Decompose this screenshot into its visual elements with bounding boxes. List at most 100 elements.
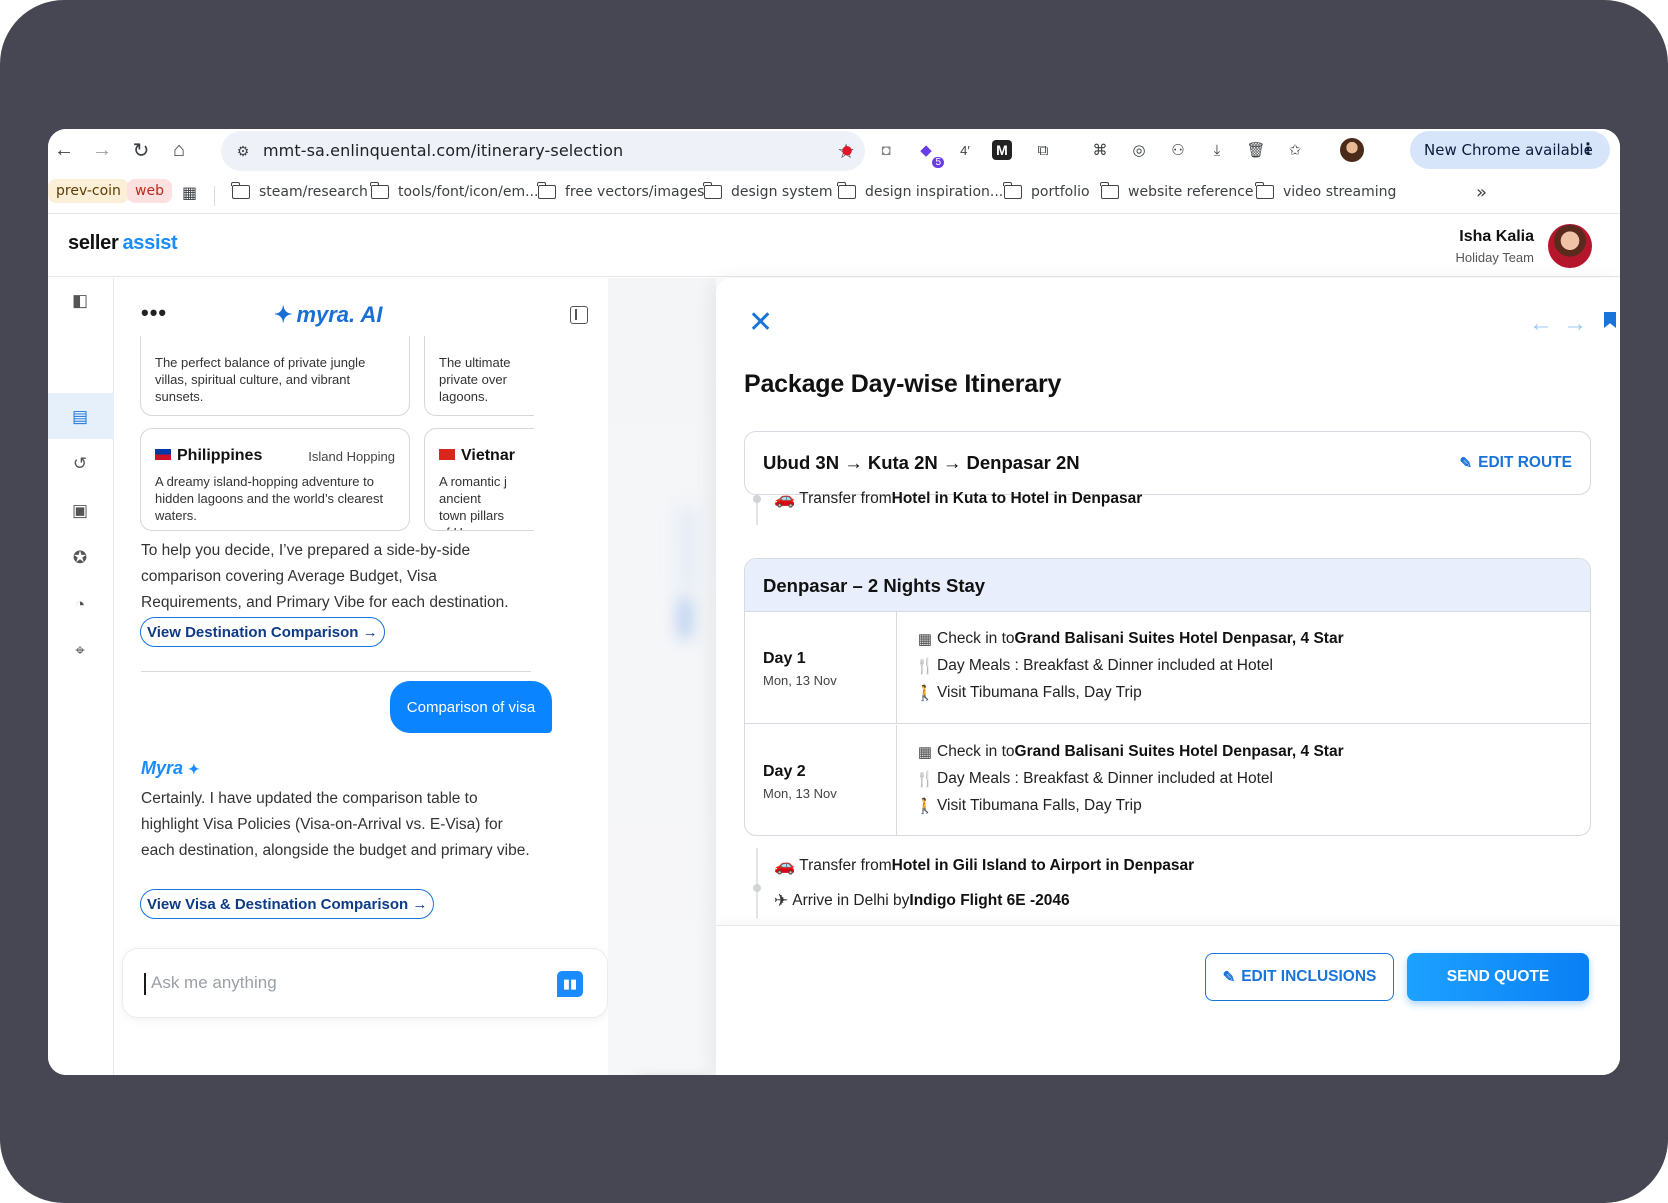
folder-icon <box>1100 182 1119 199</box>
rail-chat-icon[interactable]: ▤ <box>67 404 93 430</box>
star-list-icon[interactable]: ✩ <box>1283 138 1307 162</box>
destination-card-bali[interactable]: The perfect balance of private jungle vi… <box>140 336 410 416</box>
camera-icon[interactable]: ◘ <box>874 138 898 162</box>
day-column: Day 1 Mon, 13 Nov <box>745 612 897 723</box>
send-quote-button[interactable]: SEND QUOTE <box>1407 953 1589 1001</box>
arrival-row: ✈ Arrive in Delhi by Indigo Flight 6E -20… <box>774 891 1070 911</box>
arrival-prefix: Arrive in Delhi by <box>792 892 910 909</box>
bookmark-icon[interactable] <box>1604 312 1616 328</box>
folder-icon <box>1255 182 1274 199</box>
incognito-icon[interactable]: ⚇ <box>1166 138 1190 162</box>
new-chrome-label: New Chrome available <box>1424 141 1593 159</box>
day-label: Day 2 <box>763 763 806 780</box>
rail-calendar-icon[interactable]: ▣ <box>67 498 93 524</box>
bookmark-folder-free-vectors[interactable]: free vectors/images <box>537 180 704 204</box>
site-settings-icon[interactable]: ⚙ <box>233 141 253 161</box>
close-icon[interactable]: ✕ <box>748 308 773 338</box>
home-icon[interactable]: ⌂ <box>165 136 193 164</box>
meal-icon: 🍴 <box>915 658 935 675</box>
edit-route-button[interactable]: ✎ EDIT ROUTE <box>1460 454 1572 472</box>
user-avatar[interactable] <box>1548 224 1592 268</box>
lens-icon[interactable]: ◎ <box>1127 138 1151 162</box>
chat-input-placeholder[interactable]: Ask me anything <box>151 973 277 993</box>
download-icon[interactable]: ⤓ <box>1205 138 1229 162</box>
day-label: Day 1 <box>763 650 806 667</box>
sparkle-icon: ✦ <box>188 761 200 777</box>
chat-divider <box>141 671 531 672</box>
car-icon: 🚗 <box>774 856 796 875</box>
rail-location-icon[interactable]: ⌖ <box>67 638 93 664</box>
card-title-text: Vietnar <box>461 447 515 464</box>
timer-extension-icon[interactable]: 4′ <box>953 138 977 162</box>
bookmark-folder-video-streaming[interactable]: video streaming <box>1255 180 1396 204</box>
destination-card-philippines[interactable]: Philippines Island Hopping A dreamy isla… <box>140 428 410 531</box>
day-column: Day 2 Mon, 13 Nov <box>745 725 897 835</box>
next-arrow-icon[interactable]: → <box>1563 310 1587 338</box>
visit-activity: 🚶 Visit Tibumana Falls, Day Trip <box>915 684 1142 702</box>
more-vertical-icon[interactable]: ⋮ <box>1580 139 1596 158</box>
hotel-name: Grand Balisani Suites Hotel Denpasar, 4 … <box>1014 743 1344 760</box>
medium-icon[interactable]: M <box>992 140 1012 160</box>
rail-clock-icon[interactable]: ◔ <box>67 592 93 618</box>
edit-inclusions-button[interactable]: ✎ EDIT INCLUSIONS <box>1205 953 1394 1001</box>
hiking-icon: 🚶 <box>915 685 935 702</box>
bookmark-folder-steam-research[interactable]: steam/research <box>231 180 368 204</box>
pencil-icon: ✎ <box>1459 455 1473 472</box>
card-description: A romantic j ancient town pillars of Ha <box>439 474 507 530</box>
airplane-icon: ✈ <box>774 891 789 910</box>
browser-window: ← → ↻ ⌂ ⚙ mmt-sa.enlinquental.com/itiner… <box>48 129 1620 1075</box>
collapse-panel-icon[interactable] <box>570 306 588 324</box>
forward-icon[interactable]: → <box>88 136 116 164</box>
bookmark-folder-tools[interactable]: tools/font/icon/em... <box>370 180 539 204</box>
folder-icon <box>837 182 856 199</box>
rail-discount-icon[interactable]: ✪ <box>67 545 93 571</box>
bookmark-folder-website-reference[interactable]: website reference <box>1100 180 1254 204</box>
view-destination-comparison-link[interactable]: View Destination Comparison → <box>140 617 385 647</box>
back-icon[interactable]: ← <box>50 136 78 164</box>
day-row: Day 1 Mon, 13 Nov ▦ Check in to Grand Bal… <box>745 612 1590 724</box>
destination-card-vietnam[interactable]: Vietnar A romantic j ancient town pillar… <box>424 428 534 531</box>
day-row: Day 2 Mon, 13 Nov ▦ Check in to Grand Bal… <box>745 725 1590 835</box>
transfer-row: 🚗 Transfer from Hotel in Gili Island to A… <box>774 856 1194 876</box>
bookmark-chip-web[interactable]: web <box>127 179 172 203</box>
bookmark-divider <box>214 186 215 206</box>
user-message-bubble: Comparison of visa <box>390 681 552 733</box>
bookmarks-overflow-icon[interactable]: » <box>1476 180 1487 204</box>
more-menu-icon[interactable]: ••• <box>141 300 167 326</box>
stay-title: Denpasar – 2 Nights Stay <box>763 575 986 596</box>
voice-input-icon[interactable]: ▮▮ <box>557 971 583 997</box>
translate-icon[interactable]: ⌘ <box>1088 138 1112 162</box>
reload-icon[interactable]: ↻ <box>127 136 155 164</box>
url-text[interactable]: mmt-sa.enlinquental.com/itinerary-select… <box>263 141 623 160</box>
new-chrome-available-button[interactable]: New Chrome available ⋮ <box>1410 131 1610 169</box>
pencil-icon: ✎ <box>1222 969 1236 986</box>
bookmark-folder-portfolio[interactable]: portfolio <box>1003 180 1090 204</box>
view-visa-comparison-link[interactable]: View Visa & Destination Comparison → <box>140 889 435 919</box>
bookmark-folder-design-system[interactable]: design system <box>703 180 833 204</box>
apps-grid-icon[interactable]: ▦ <box>182 180 197 204</box>
meals-activity: 🍴 Day Meals : Breakfast & Dinner included… <box>915 770 1273 788</box>
card-description: The ultimate private over lagoons. <box>439 355 511 404</box>
assistant-reply-text: Certainly. I have updated the comparison… <box>141 790 530 859</box>
chat-input-box[interactable]: Ask me anything ▮▮ <box>122 948 608 1018</box>
assistant-name-text: Myra <box>141 758 184 778</box>
profile-avatar-icon[interactable] <box>1340 138 1364 162</box>
folder-icon <box>703 182 722 199</box>
bookmark-chip-prev-coin[interactable]: prev-coin <box>48 179 129 203</box>
previous-arrow-icon[interactable]: ← <box>1529 310 1553 338</box>
brand-logo[interactable]: seller assist <box>68 232 178 255</box>
sidebar-toggle-icon[interactable]: ◧ <box>67 288 93 314</box>
bookmark-label: steam/research <box>259 184 368 200</box>
delete-icon[interactable]: 🗑 <box>1244 138 1268 162</box>
address-bar[interactable]: ⚙ mmt-sa.enlinquental.com/itinerary-sele… <box>221 131 865 171</box>
rail-history-icon[interactable]: ↺ <box>67 451 93 477</box>
puzzle-extension-icon[interactable]: ⧉ <box>1031 138 1055 162</box>
bookmark-folder-design-inspiration[interactable]: design inspiration... <box>837 180 1003 204</box>
opera-icon[interactable]: ● <box>835 137 859 162</box>
itinerary-drawer: ✕ ← → Package Day-wise Itinerary Ubud 3N… <box>716 278 1620 1075</box>
bookmark-label: tools/font/icon/em... <box>398 184 539 200</box>
transfer-prefix: Transfer from <box>799 490 892 507</box>
transfer-detail: Hotel in Kuta to Hotel in Denpasar <box>891 490 1143 507</box>
extension-badge-icon[interactable]: ◆ 5 <box>914 138 944 168</box>
destination-card-maldives[interactable]: The ultimate private over lagoons. <box>424 336 534 416</box>
